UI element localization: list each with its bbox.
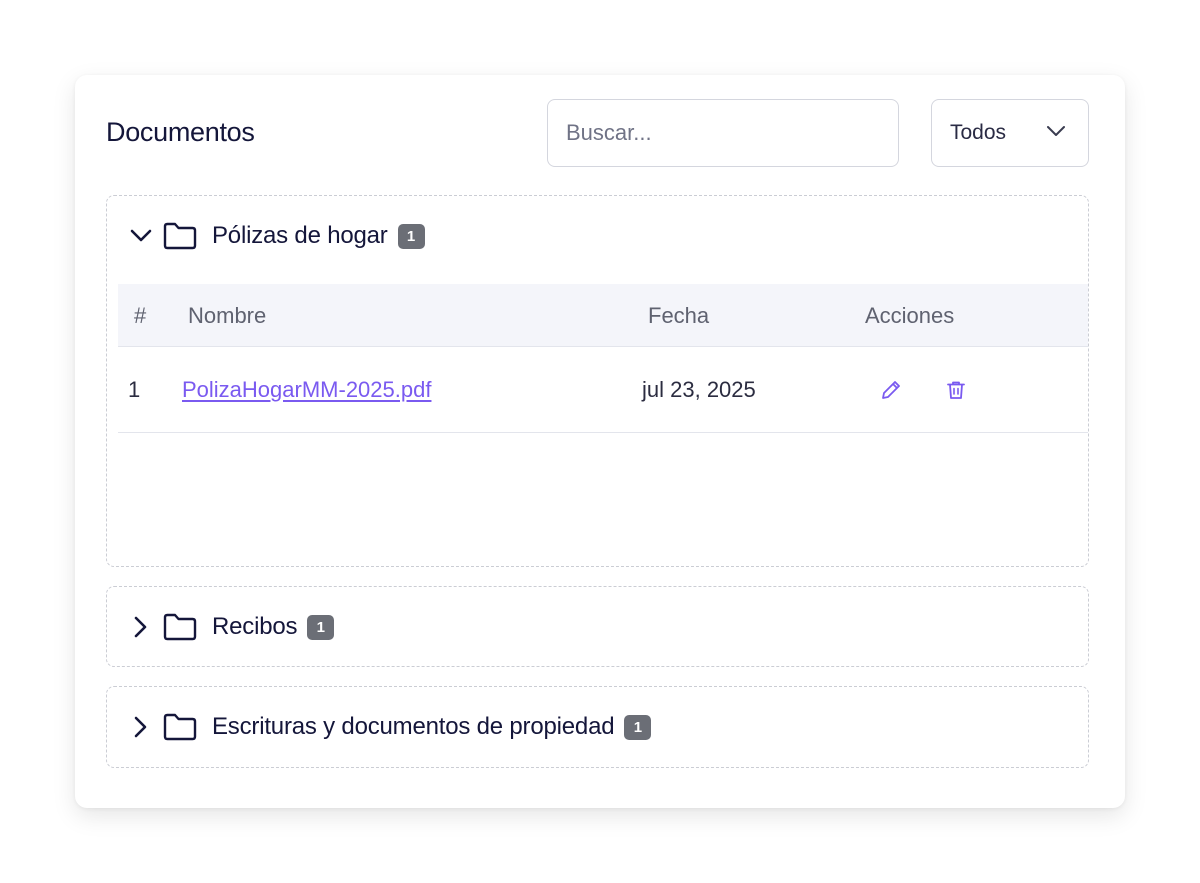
section-recibos: Recibos 1	[106, 586, 1089, 667]
section-title: Escrituras y documentos de propiedad	[212, 713, 615, 740]
row-index: 1	[128, 377, 141, 402]
section-title: Recibos	[212, 613, 298, 640]
count-badge: 1	[624, 714, 652, 740]
row-date: jul 23, 2025	[642, 377, 756, 402]
search-input[interactable]	[547, 99, 899, 167]
section-title: Pólizas de hogar	[212, 222, 388, 249]
section-escrituras: Escrituras y documentos de propiedad 1	[106, 686, 1089, 768]
column-header-date[interactable]: Fecha	[648, 284, 709, 347]
file-link[interactable]: PolizaHogarMM-2025.pdf	[182, 347, 431, 433]
page-title: Documentos	[106, 117, 255, 147]
filter-select-value: Todos	[950, 121, 1007, 144]
section-header-polizas-de-hogar[interactable]: Pólizas de hogar 1	[107, 196, 1088, 276]
folder-icon	[163, 221, 197, 251]
chevron-down-icon	[130, 225, 152, 247]
section-polizas-de-hogar: Pólizas de hogar 1 # Nombre Fecha Accion…	[106, 195, 1089, 567]
documents-card: Documentos Todos Pólizas de hogar 1 # No…	[75, 75, 1125, 808]
folder-icon	[163, 612, 197, 642]
table-row: 1 PolizaHogarMM-2025.pdf jul 23, 2025	[118, 347, 1088, 433]
count-badge: 1	[397, 223, 425, 249]
edit-icon[interactable]	[879, 378, 903, 402]
count-badge: 1	[307, 614, 335, 640]
column-header-name[interactable]: Nombre	[188, 284, 266, 347]
chevron-right-icon	[130, 716, 152, 738]
chevron-down-icon	[1046, 124, 1066, 142]
section-header-escrituras[interactable]: Escrituras y documentos de propiedad 1	[107, 687, 1088, 767]
table-header: # Nombre Fecha Acciones	[118, 284, 1088, 347]
section-header-recibos[interactable]: Recibos 1	[107, 587, 1088, 667]
column-header-index: #	[134, 303, 147, 328]
folder-icon	[163, 712, 197, 742]
chevron-right-icon	[130, 616, 152, 638]
trash-icon[interactable]	[944, 378, 968, 402]
column-header-actions: Acciones	[865, 303, 955, 328]
filter-select[interactable]: Todos	[931, 99, 1089, 167]
